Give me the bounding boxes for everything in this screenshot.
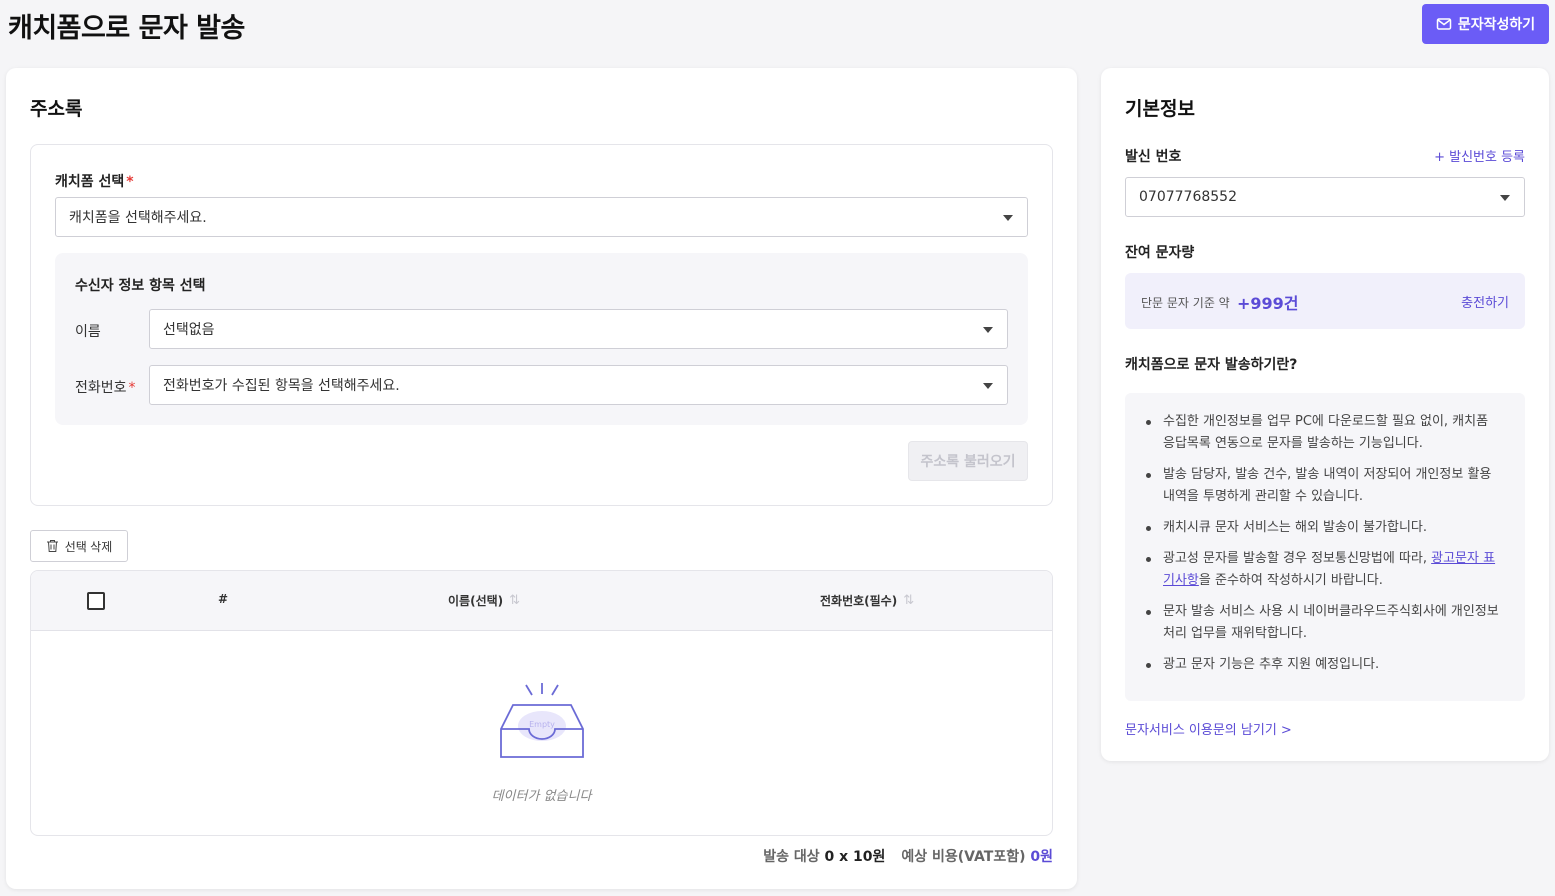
recipient-section-title: 수신자 정보 항목 선택 — [75, 278, 206, 294]
form-select-label-text: 캐치폼 선택 — [55, 174, 125, 190]
trash-icon — [46, 540, 58, 552]
delete-selected-label: 선택 삭제 — [64, 539, 113, 554]
column-header-name-label: 이름(선택) — [448, 594, 504, 608]
note-item: 문자 발송 서비스 사용 시 네이버클라우드주식회사에 개인정보 처리 업무를 … — [1141, 601, 1503, 645]
empty-state-text: 데이터가 없습니다 — [491, 789, 592, 804]
required-mark: * — [128, 380, 136, 396]
sort-icon: ⇅ — [509, 593, 521, 608]
address-book-form: 캐치폼 선택 * 캐치폼을 선택해주세요. 수신자 정보 항목 선택 이름 선택없… — [30, 144, 1053, 506]
recipient-table: # 이름(선택) ⇅ 전화번호(필수) ⇅ Empty 데이터가 없습니다 — [30, 570, 1053, 836]
note-text: 광고성 문자를 발송할 경우 정보통신망법에 따라, — [1163, 551, 1432, 566]
required-mark: * — [126, 174, 134, 190]
page-title: 캐치폼으로 문자 발송 — [8, 13, 245, 44]
mail-icon — [1436, 18, 1452, 30]
phone-label: 전화번호 * — [75, 377, 136, 397]
compose-message-button[interactable]: 문자작성하기 — [1422, 4, 1549, 44]
balance-prefix: 단문 문자 기준 약 — [1141, 296, 1230, 310]
compose-message-label: 문자작성하기 — [1457, 17, 1536, 33]
feedback-link[interactable]: 문자서비스 이용문의 남기기 > — [1125, 719, 1292, 738]
cost-value: 0원 — [1030, 849, 1053, 865]
phone-field-value: 전화번호가 수집된 항목을 선택해주세요. — [163, 378, 400, 394]
note-item: 캐치시큐 문자 서비스는 해외 발송이 불가합니다. — [1141, 517, 1503, 539]
cost-summary: 예상 비용(VAT포함) 0원 — [901, 846, 1053, 866]
balance-box: 단문 문자 기준 약 +999건 충전하기 — [1125, 273, 1525, 329]
name-field-value: 선택없음 — [163, 322, 215, 338]
address-book-title: 주소록 — [30, 98, 83, 120]
basic-info-title: 기본정보 — [1125, 98, 1195, 120]
note-item: 수집한 개인정보를 업무 PC에 다운로드할 필요 없이, 캐치폼 응답목록 연… — [1141, 411, 1503, 455]
chevron-down-icon — [983, 383, 993, 389]
form-select-label: 캐치폼 선택 * — [55, 171, 134, 191]
info-notes: 수집한 개인정보를 업무 PC에 다운로드할 필요 없이, 캐치폼 응답목록 연… — [1125, 393, 1525, 701]
sender-number-label: 발신 번호 — [1125, 149, 1182, 165]
sender-number-select[interactable]: 07077768552 — [1125, 177, 1525, 217]
load-address-book-button[interactable]: 주소록 불러오기 — [908, 441, 1028, 481]
name-field-select[interactable]: 선택없음 — [149, 309, 1008, 349]
column-header-phone-label: 전화번호(필수) — [820, 594, 898, 608]
chevron-down-icon — [1500, 195, 1510, 201]
balance-label: 잔여 문자량 — [1125, 245, 1195, 261]
register-sender-link[interactable]: + 발신번호 등록 — [1434, 146, 1525, 165]
charge-link[interactable]: 충전하기 — [1461, 292, 1509, 311]
target-summary: 발송 대상 0 x 10원 — [763, 846, 885, 866]
sort-icon: ⇅ — [903, 593, 915, 608]
cost-label: 예상 비용(VAT포함) — [901, 849, 1026, 865]
column-header-index: # — [218, 592, 229, 606]
form-select-value: 캐치폼을 선택해주세요. — [69, 210, 207, 226]
phone-field-select[interactable]: 전화번호가 수집된 항목을 선택해주세요. — [149, 365, 1008, 405]
basic-info-card: 기본정보 발신 번호 + 발신번호 등록 07077768552 잔여 문자량 … — [1101, 68, 1549, 761]
note-text: 을 준수하여 작성하시기 바랍니다. — [1198, 573, 1383, 588]
empty-badge: Empty — [529, 720, 555, 729]
chevron-down-icon — [1003, 215, 1013, 221]
note-item: 광고 문자 기능은 추후 지원 예정입니다. — [1141, 654, 1503, 676]
name-label: 이름 — [75, 324, 101, 340]
empty-inbox-icon: Empty — [500, 683, 584, 758]
select-all-checkbox[interactable] — [87, 592, 105, 610]
about-title: 캐치폼으로 문자 발송하기란? — [1125, 357, 1298, 373]
target-value: 0 x 10원 — [824, 849, 886, 865]
recipient-info-section: 수신자 정보 항목 선택 이름 선택없음 전화번호 * 전화번호가 수집된 항목을… — [55, 253, 1028, 425]
chevron-down-icon — [983, 327, 993, 333]
address-book-card: 주소록 캐치폼 선택 * 캐치폼을 선택해주세요. 수신자 정보 항목 선택 이름… — [6, 68, 1077, 889]
note-item: 발송 담당자, 발송 건수, 발송 내역이 저장되어 개인정보 활용내역을 투명… — [1141, 464, 1503, 508]
column-header-phone[interactable]: 전화번호(필수) ⇅ — [820, 592, 914, 609]
balance-value: +999건 — [1237, 294, 1299, 313]
note-item: 광고성 문자를 발송할 경우 정보통신망법에 따라, 광고문자 표기사항을 준수… — [1141, 548, 1503, 592]
column-header-name[interactable]: 이름(선택) ⇅ — [448, 592, 520, 609]
target-label: 발송 대상 — [763, 849, 820, 865]
sender-number-value: 07077768552 — [1139, 189, 1237, 205]
send-summary: 발송 대상 0 x 10원 예상 비용(VAT포함) 0원 — [763, 846, 1053, 866]
form-select-dropdown[interactable]: 캐치폼을 선택해주세요. — [55, 197, 1028, 237]
delete-selected-button[interactable]: 선택 삭제 — [30, 530, 128, 562]
phone-label-text: 전화번호 — [75, 380, 127, 396]
table-header: # 이름(선택) ⇅ 전화번호(필수) ⇅ — [31, 571, 1052, 631]
